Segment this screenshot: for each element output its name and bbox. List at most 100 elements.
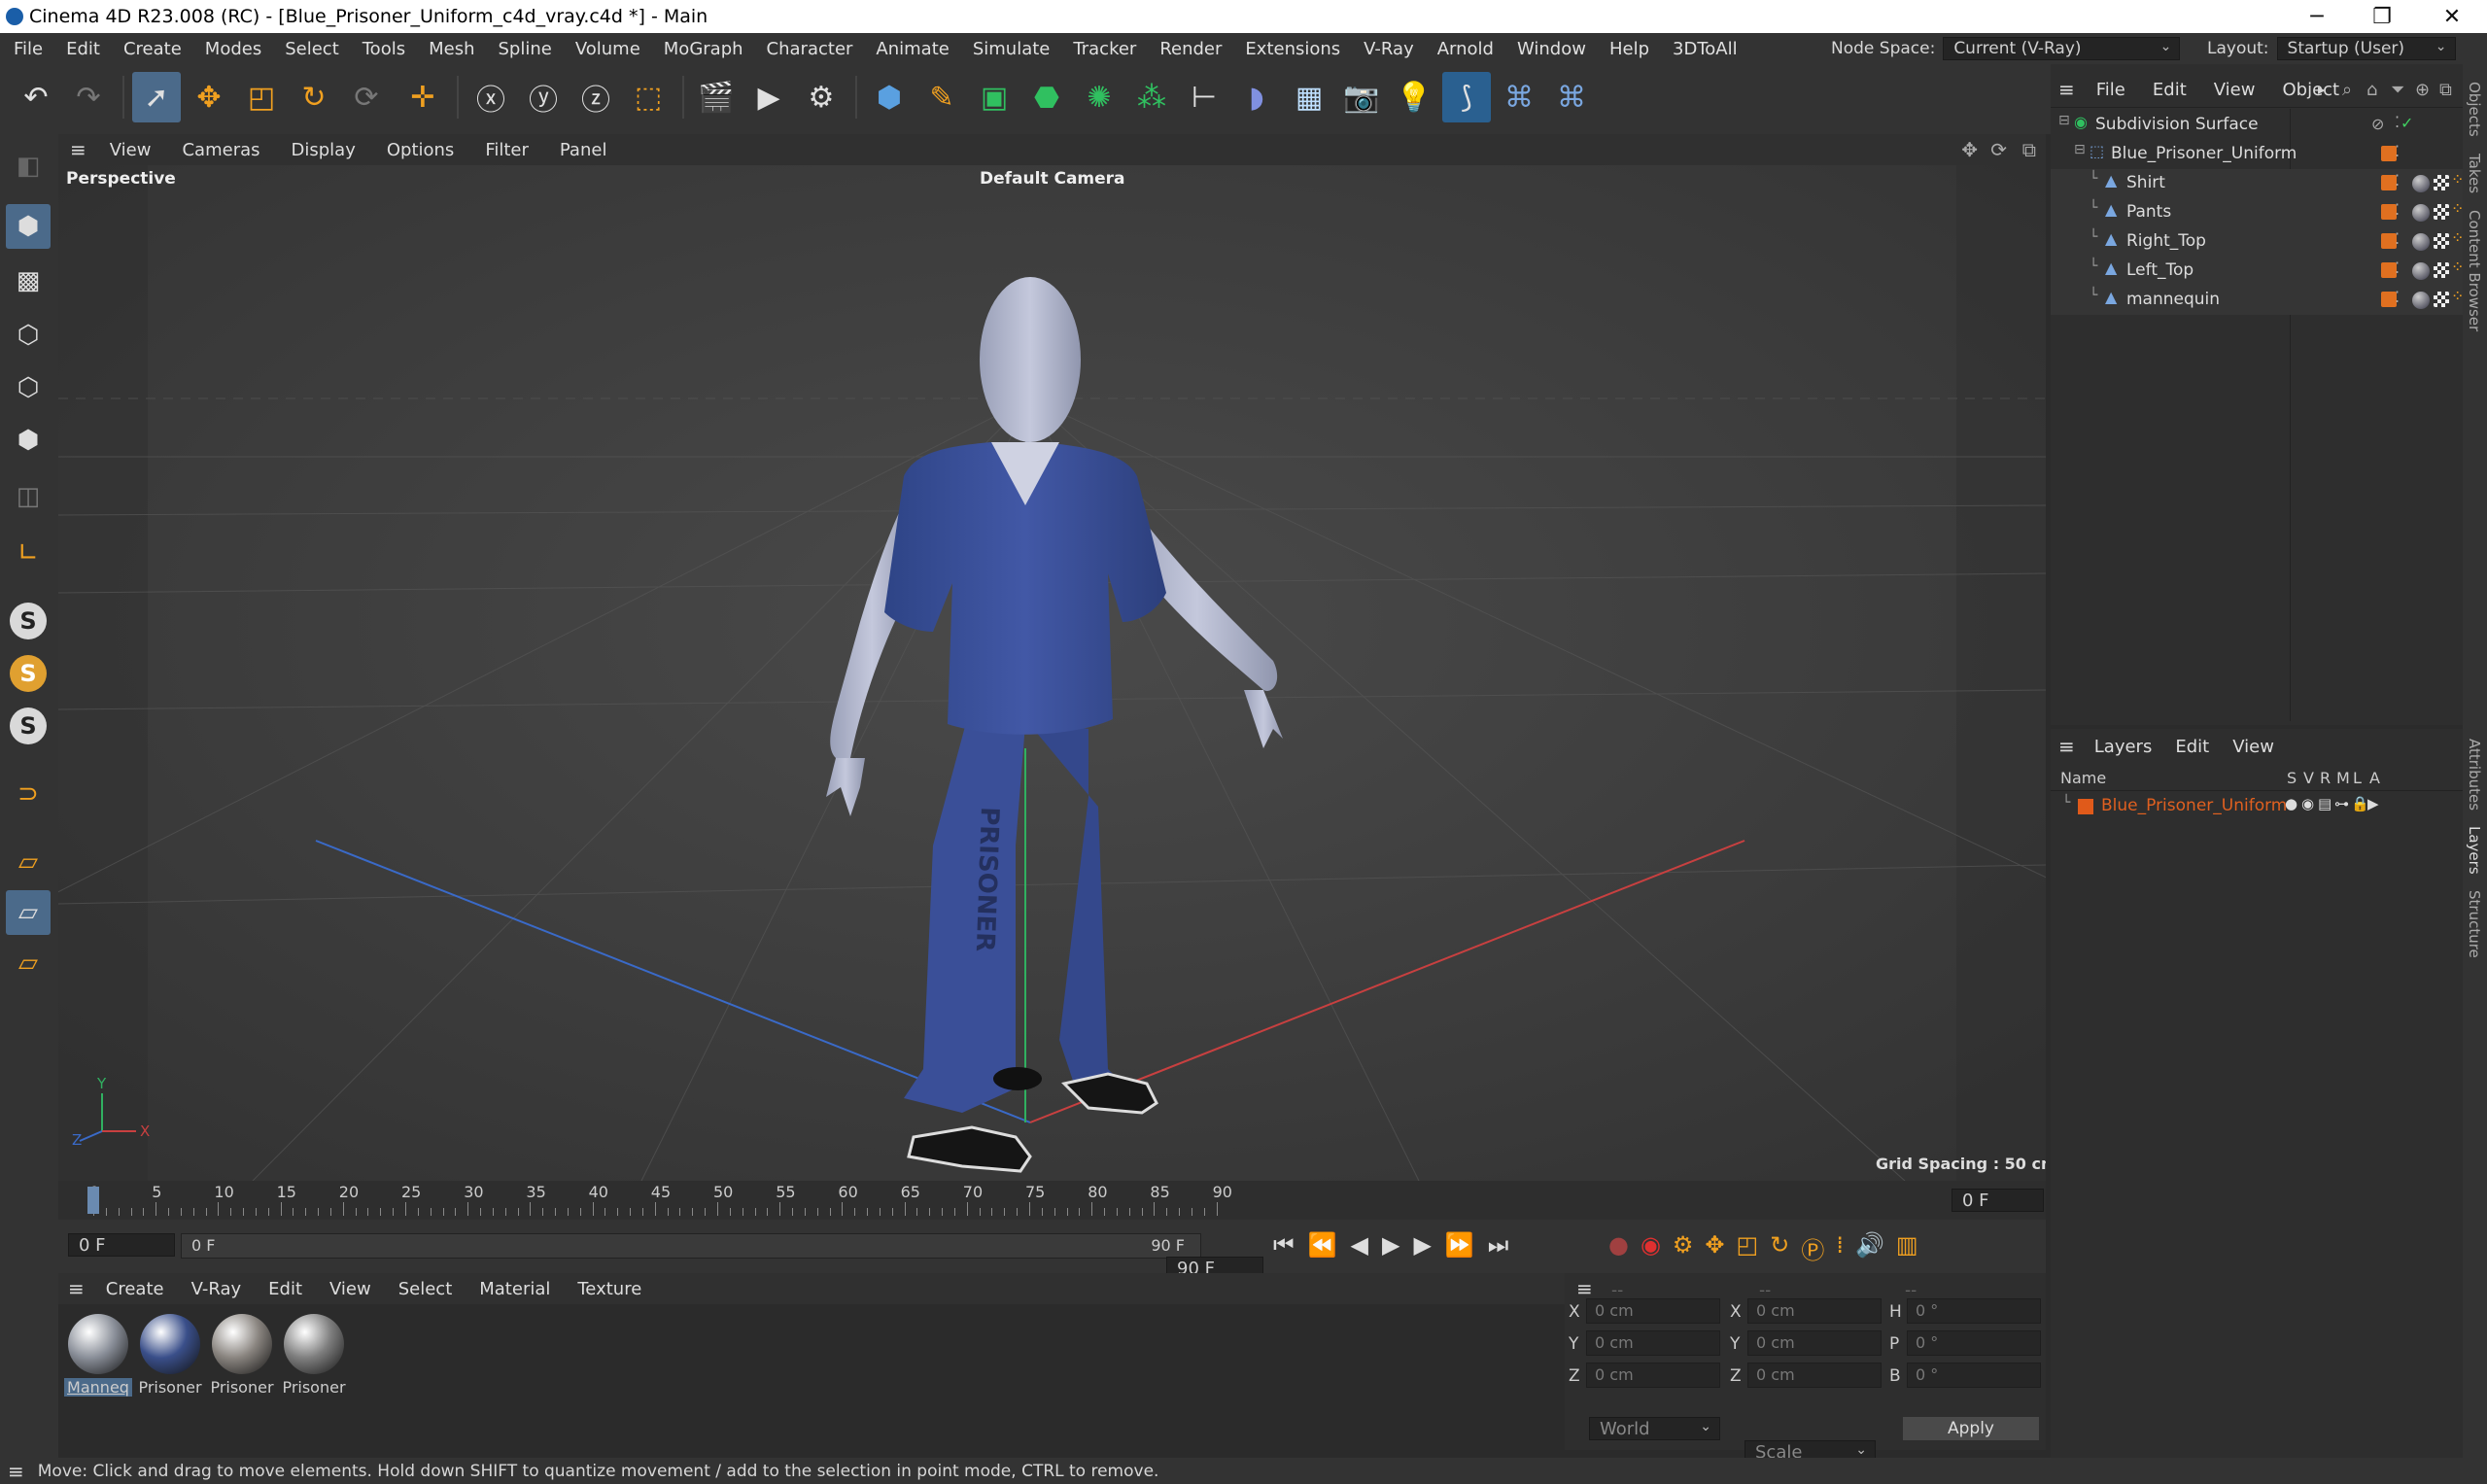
snap-icon[interactable]: S <box>6 599 51 643</box>
recent-tool-icon[interactable]: ⟳ <box>342 72 391 122</box>
planar-workplane-icon[interactable]: ▱ <box>6 941 51 985</box>
object-name[interactable]: Subdivision Surface <box>2095 115 2259 134</box>
object-row[interactable]: ⊟ ◉ Subdivision Surface ⊘ ✓ ⁚ <box>2051 111 2463 140</box>
visible-icon[interactable]: ◉ <box>2301 795 2314 812</box>
render-to-picture-viewer-icon[interactable]: ▶ <box>744 72 793 122</box>
hamburger-icon[interactable]: ≡ <box>0 1460 38 1483</box>
live-selection-icon[interactable]: ➚ <box>132 72 181 122</box>
hamburger-icon[interactable]: ≡ <box>1576 1277 1593 1300</box>
object-row[interactable]: ⊟ ⬚ Blue_Prisoner_Uniform ⁚ <box>2051 140 2463 169</box>
menu-render[interactable]: Render <box>1148 39 1233 59</box>
vray-icon[interactable]: ⟆ <box>1442 72 1491 122</box>
model-mode-icon[interactable]: ⬢ <box>6 204 51 249</box>
menu-create[interactable]: Create <box>112 39 193 59</box>
material-menu-material[interactable]: Material <box>466 1279 564 1299</box>
coord-size-field[interactable]: 0 cm <box>1747 1363 1882 1388</box>
menu-edit[interactable]: Edit <box>54 39 112 59</box>
tree-toggle-icon[interactable]: └ <box>2090 171 2097 187</box>
go-to-start-icon[interactable]: ⏮ <box>1273 1231 1295 1259</box>
material-swatch[interactable]: Manneq <box>64 1314 132 1397</box>
z-axis-lock-icon[interactable]: ⓩ <box>571 72 620 122</box>
close-button[interactable]: ✕ <box>2417 0 2487 33</box>
tree-toggle-icon[interactable]: └ <box>2090 229 2097 245</box>
object-name[interactable]: Right_Top <box>2126 231 2206 251</box>
material-swatch[interactable]: Prisoner <box>280 1314 348 1397</box>
node-space-dropdown[interactable]: Current (V-Ray) ⌄ <box>1943 37 2181 60</box>
next-key-icon[interactable]: ⏩ <box>1445 1231 1474 1259</box>
menu-extensions[interactable]: Extensions <box>1233 39 1352 59</box>
coord-size-field[interactable]: 0 cm <box>1747 1330 1882 1356</box>
layer-column-v[interactable]: V <box>2303 769 2314 787</box>
auto-key-icon[interactable]: ◉ <box>1641 1231 1661 1265</box>
render-icon[interactable]: ▤ <box>2318 795 2332 812</box>
visibility-dots-icon[interactable]: ⁚ <box>2395 142 2400 160</box>
visibility-dots-icon[interactable]: ⁚ <box>2395 259 2400 277</box>
key-rotation-icon[interactable]: ↻ <box>1770 1231 1789 1265</box>
material-menu-create[interactable]: Create <box>92 1279 178 1299</box>
layer-menu-view[interactable]: View <box>2221 737 2286 757</box>
layer-column-l[interactable]: L <box>2353 769 2362 787</box>
visibility-dots-icon[interactable]: ⁚ <box>2395 113 2400 131</box>
polygons-mode-icon[interactable]: ⬢ <box>6 418 51 463</box>
go-to-end-icon[interactable]: ⏭ <box>1488 1231 1509 1259</box>
tree-toggle-icon[interactable]: └ <box>2090 200 2097 216</box>
menu-modes[interactable]: Modes <box>193 39 273 59</box>
layer-menu-layers[interactable]: Layers <box>2083 737 2164 757</box>
light-icon[interactable]: 💡 <box>1390 72 1438 122</box>
object-name[interactable]: Pants <box>2126 202 2171 222</box>
minimize-button[interactable]: ─ <box>2282 0 2352 33</box>
tree-toggle-icon[interactable]: └ <box>2090 259 2097 274</box>
render-settings-icon[interactable]: ⚙ <box>797 72 846 122</box>
uvw-tag-icon[interactable] <box>2434 204 2449 220</box>
object-row[interactable]: └ ▲ mannequin ⁚ ⁘ <box>2051 286 2464 315</box>
play-icon[interactable]: ▶ <box>1382 1231 1399 1259</box>
tab-structure[interactable]: Structure <box>2466 890 2483 958</box>
viewport-menu-filter[interactable]: Filter <box>469 140 544 160</box>
object-menu-object[interactable]: Object <box>2268 80 2353 100</box>
material-menu-v-ray[interactable]: V-Ray <box>178 1279 256 1299</box>
scale-icon[interactable]: ◰ <box>237 72 286 122</box>
menu-file[interactable]: File <box>2 39 54 59</box>
material-tag-icon[interactable] <box>2412 292 2430 309</box>
menu-mograph[interactable]: MoGraph <box>652 39 755 59</box>
coordinate-system-icon[interactable]: ⬚ <box>624 72 673 122</box>
uvw-tag-icon[interactable] <box>2434 292 2449 307</box>
search-icon[interactable]: ⌕ <box>2342 80 2352 100</box>
tab-objects[interactable]: Objects <box>2466 82 2483 137</box>
arrow-right-icon[interactable]: ▸ <box>2318 81 2326 98</box>
add-transform-icon[interactable]: ✛ <box>398 72 447 122</box>
material-menu-texture[interactable]: Texture <box>564 1279 655 1299</box>
quantize-icon[interactable]: S <box>6 704 51 748</box>
tab-attributes[interactable]: Attributes <box>2466 739 2483 811</box>
layer-column-r[interactable]: R <box>2320 769 2331 787</box>
check-icon[interactable]: ✓ <box>2401 114 2413 132</box>
menu-tools[interactable]: Tools <box>351 39 417 59</box>
timeline-ruler[interactable]: 051015202530354045505560657075808590 0 F <box>58 1181 2046 1220</box>
key-scale-icon[interactable]: ◰ <box>1737 1231 1759 1265</box>
layer-column-a[interactable]: A <box>2369 769 2380 787</box>
material-tag-icon[interactable] <box>2412 233 2430 251</box>
uvw-tag-icon[interactable] <box>2434 233 2449 249</box>
tree-toggle-icon[interactable]: ⊟ <box>2074 142 2086 157</box>
viewport-perspective[interactable]: PRISONER Y X Z Perspective Default Camer… <box>58 165 2046 1181</box>
object-menu-file[interactable]: File <box>2083 80 2139 100</box>
move-view-icon[interactable]: ✥ <box>1961 138 1978 161</box>
floor-icon[interactable]: ▦ <box>1285 72 1333 122</box>
record-icon[interactable]: ● <box>1608 1231 1629 1265</box>
start-frame-field[interactable]: 0 F <box>68 1233 175 1257</box>
coord-position-field[interactable]: 0 cm <box>1586 1330 1720 1356</box>
filter-icon[interactable]: ⏷ <box>2391 80 2404 100</box>
camera-label[interactable]: Default Camera <box>980 169 1125 189</box>
new-view-icon[interactable]: ⊕ <box>2415 80 2430 100</box>
rotate-view-icon[interactable]: ⟳ <box>1990 138 2007 161</box>
axis-mode-icon[interactable]: ∟ <box>6 531 51 575</box>
material-menu-view[interactable]: View <box>316 1279 385 1299</box>
coord-rotation-field[interactable]: 0 ° <box>1907 1363 2041 1388</box>
coord-rotation-field[interactable]: 0 ° <box>1907 1298 2041 1324</box>
python-icon[interactable]: ⌘ <box>1495 72 1543 122</box>
uvw-tag-icon[interactable] <box>2434 262 2449 278</box>
layer-row[interactable]: └ Blue_Prisoner_Uniform ● ◉ ▤ ⊶ 🔒 ▶ <box>2051 793 2463 820</box>
magnet-icon[interactable]: ⊃ <box>6 772 51 816</box>
object-name[interactable]: mannequin <box>2126 290 2220 309</box>
coordinate-space-dropdown[interactable]: World ⌄ <box>1589 1417 1720 1440</box>
